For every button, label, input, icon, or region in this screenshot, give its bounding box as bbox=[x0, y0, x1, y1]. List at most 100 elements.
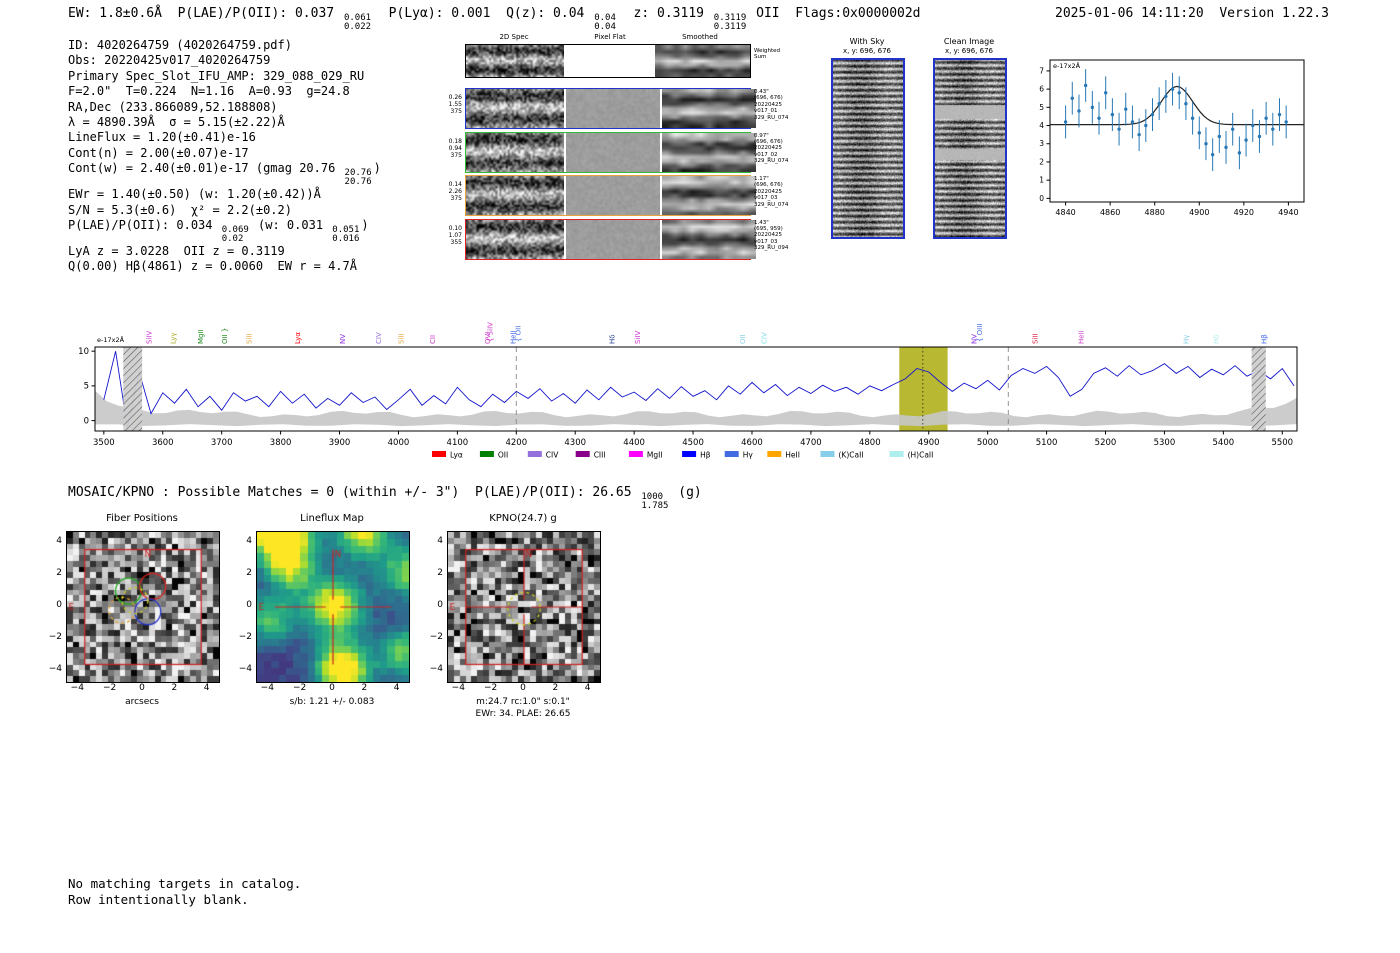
data-point bbox=[1144, 123, 1148, 128]
cutout-y-tick-label: 4 bbox=[56, 536, 62, 547]
cutout-y-tick-label: −2 bbox=[48, 631, 62, 642]
legend-swatch bbox=[889, 451, 904, 457]
line-fit-zoom-plot: 4840 4860 4880 4900 4920 4940 0 1 2 3 4 5 6 7 e-17x2Å bbox=[1039, 59, 1305, 217]
data-point bbox=[1090, 105, 1095, 110]
cutout-x-tick-label: 4 bbox=[393, 683, 400, 693]
x-tick-label: 4500 bbox=[682, 438, 704, 448]
info-line: ID: 4020264759 (4020264759.pdf) bbox=[68, 38, 292, 52]
cutout-y-tick-label: −4 bbox=[48, 663, 62, 674]
cutout-x-tick-label: −4 bbox=[451, 683, 465, 693]
cutout-y-tick-label: 0 bbox=[56, 600, 62, 610]
cutout-x-tick-label: −2 bbox=[484, 683, 498, 693]
emission-line-label: CII bbox=[429, 335, 437, 344]
data-point bbox=[1217, 134, 1222, 139]
data-point bbox=[1244, 138, 1248, 142]
data-point bbox=[1237, 151, 1242, 155]
kpno-xlabel2: EWr: 34. PLAE: 26.65 bbox=[475, 709, 571, 719]
info-line: S/N = 5.3(±0.6) χ² = 2.2(±0.2) bbox=[68, 202, 292, 217]
data-point bbox=[1184, 101, 1188, 106]
info-line: RA,Dec (233.866089,52.188808) bbox=[68, 99, 278, 114]
x-tick-label: 5300 bbox=[1154, 438, 1176, 448]
x-tick-label: 5200 bbox=[1095, 438, 1117, 448]
cutout-x-tick-label: 4 bbox=[203, 683, 210, 693]
data-point bbox=[1117, 127, 1121, 131]
emission-line-label: HeII bbox=[1078, 330, 1086, 344]
y-tick-label: 7 bbox=[1039, 66, 1044, 75]
x-tick-label: 4700 bbox=[800, 438, 822, 448]
spec2d-row-annotation: 1.43" (695, 959) 20220425 v017_03 329_RU… bbox=[754, 219, 789, 252]
cutout-y-tick-label: −4 bbox=[429, 663, 443, 674]
footer-note-1: No matching targets in catalog. bbox=[68, 876, 302, 891]
info-line: EWr = 1.40(±0.50) (w: 1.20(±0.42))Å bbox=[68, 187, 321, 202]
emission-line-label: SiII bbox=[1032, 333, 1040, 344]
cutout-y-tick-label: 4 bbox=[246, 536, 252, 547]
y-tick-label: 1 bbox=[1039, 176, 1044, 185]
x-tick-label: 4940 bbox=[1278, 208, 1298, 217]
x-tick-label: 5100 bbox=[1036, 438, 1058, 448]
cutout-x-tick-label: −4 bbox=[70, 683, 84, 693]
emission-line-label: Lyα bbox=[294, 332, 302, 344]
legend-label: OII bbox=[498, 451, 508, 460]
data-point bbox=[1104, 91, 1108, 95]
spec2d-row bbox=[465, 175, 757, 216]
x-tick-label: 4900 bbox=[918, 438, 940, 448]
y-tick-label: 5 bbox=[1039, 103, 1044, 112]
fiber-positions-title: Fiber Positions bbox=[106, 513, 178, 524]
data-point bbox=[1264, 116, 1268, 120]
kpno-image bbox=[447, 531, 601, 683]
cutout-x-tick-label: 2 bbox=[361, 683, 368, 693]
data-point bbox=[1130, 120, 1135, 124]
fiber-positions-xlabel: arcsecs bbox=[125, 697, 159, 707]
spec2d-col-header-1: 2D Spec bbox=[499, 33, 529, 41]
legend-label: HeII bbox=[785, 451, 800, 460]
spec2d-row-annotation: 0.43" (696, 676) 20220425 v017_01 329_RU… bbox=[754, 89, 789, 121]
emission-line-label: Hδ bbox=[609, 334, 617, 344]
smoothed-image bbox=[661, 89, 757, 128]
legend-swatch bbox=[527, 451, 542, 457]
x-tick-label: 3600 bbox=[152, 438, 174, 448]
emission-line-label: SiIV bbox=[634, 331, 642, 344]
full-spectrum-plot: 3500 3600 3700 3800 3900 4000 4100 4200 4300 4400… bbox=[78, 322, 1298, 460]
spec2d-col-header-3: Smoothed bbox=[682, 33, 718, 41]
data-point bbox=[1257, 134, 1262, 139]
legend-swatch bbox=[682, 451, 697, 457]
data-point bbox=[1224, 145, 1228, 150]
emission-line-label: Hβ bbox=[1260, 334, 1268, 344]
cutout-x-tick-label: 0 bbox=[139, 683, 145, 693]
spec2d-row-scale: 0.14 2.26 375 bbox=[448, 181, 462, 202]
legend-swatch bbox=[575, 451, 590, 457]
summary-header: EW: 1.8±0.6Å P(LAE)/P(OII): 0.037 0.061 0… bbox=[68, 6, 921, 32]
spec2d-row bbox=[465, 88, 757, 129]
emission-line-label: OII } bbox=[221, 328, 229, 344]
emission-line-label: CIV bbox=[761, 332, 769, 344]
lineflux-map-xlabel: s/b: 1.21 +/- 0.083 bbox=[289, 697, 375, 707]
lineflux-map-title: Lineflux Map bbox=[300, 513, 364, 524]
x-tick-label: 4840 bbox=[1055, 208, 1075, 217]
emission-line-label: SiII bbox=[398, 333, 406, 344]
spec2d-row-annotation: 0.97" (696, 676) 20220425 v017_02 329_RU… bbox=[754, 132, 789, 165]
info-line: LineFlux = 1.20(±0.41)e-16 bbox=[68, 130, 256, 145]
y-tick-label: 10 bbox=[78, 347, 89, 357]
spec2d-image bbox=[466, 176, 564, 215]
clean-image-title: Clean Image bbox=[943, 37, 995, 46]
y-tick-label: 4 bbox=[1039, 121, 1044, 130]
data-point bbox=[1070, 96, 1074, 100]
spec2d-row bbox=[465, 44, 751, 78]
y-tick-label: 5 bbox=[84, 382, 89, 392]
data-point bbox=[1083, 83, 1088, 88]
with-sky-coords: x, y: 696, 676 bbox=[843, 47, 891, 55]
zoom-ylabel: e-17x2Å bbox=[1053, 61, 1081, 70]
cutout-y-tick-label: −2 bbox=[238, 631, 252, 642]
data-point bbox=[1177, 91, 1181, 95]
emission-line-label: OII bbox=[739, 334, 747, 344]
info-line: P(LAE)/P(OII): 0.034 0.069 0.02 (w: 0.031… bbox=[68, 218, 369, 245]
cutout-y-tick-label: 2 bbox=[437, 568, 443, 579]
cutout-y-tick-label: −4 bbox=[238, 663, 252, 674]
data-point bbox=[1063, 120, 1068, 124]
x-tick-label: 3800 bbox=[270, 438, 292, 448]
cutout-y-tick-label: 0 bbox=[437, 600, 443, 610]
emission-line-label: SiII bbox=[246, 333, 254, 344]
emission-line-label: CIV bbox=[375, 332, 383, 344]
pixel-flat-image bbox=[565, 89, 660, 128]
emission-line-label: Lyγ bbox=[170, 332, 178, 344]
